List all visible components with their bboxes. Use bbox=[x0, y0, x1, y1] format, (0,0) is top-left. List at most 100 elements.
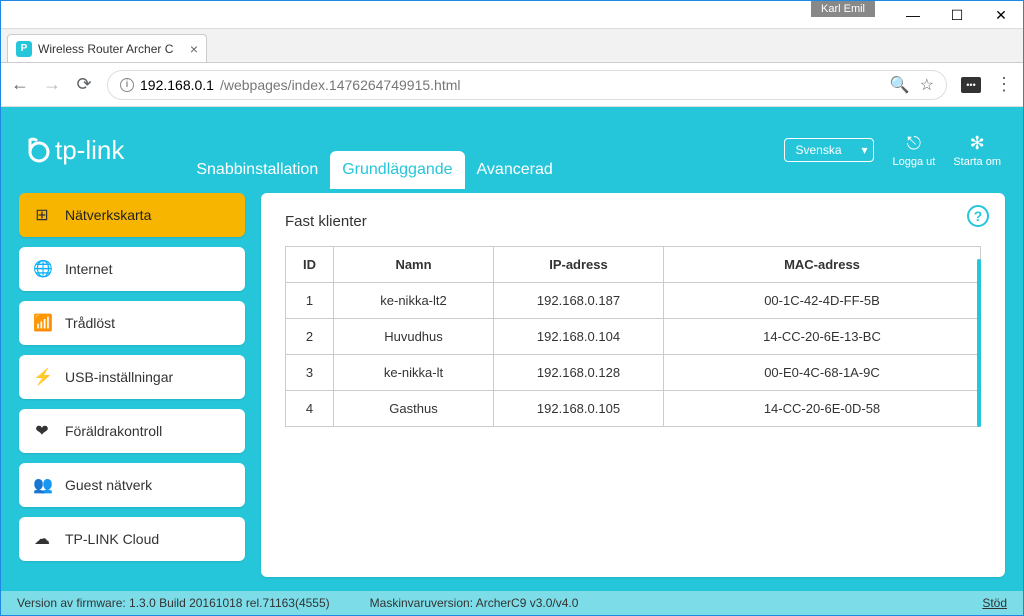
reload-button[interactable]: ⟳ bbox=[75, 74, 93, 95]
cell-ip: 192.168.0.128 bbox=[494, 355, 664, 391]
site-info-icon[interactable]: i bbox=[120, 78, 134, 92]
sidebar-item-network-map[interactable]: ⊞ Nätverkskarta bbox=[19, 193, 245, 237]
zoom-icon[interactable]: 🔍 bbox=[890, 75, 910, 95]
sidebar-item-guest-network[interactable]: 👥 Guest nätverk bbox=[19, 463, 245, 507]
top-nav: Snabbinstallation Grundläggande Avancera… bbox=[184, 147, 564, 193]
firmware-info: Version av firmware: 1.3.0 Build 2016101… bbox=[17, 596, 330, 610]
nav-quick-setup[interactable]: Snabbinstallation bbox=[184, 151, 330, 189]
sidebar-item-label: Internet bbox=[65, 261, 112, 277]
col-name: Namn bbox=[334, 247, 494, 283]
col-ip: IP-adress bbox=[494, 247, 664, 283]
sidebar-item-label: TP-LINK Cloud bbox=[65, 531, 159, 547]
table-row: 1 ke-nikka-lt2 192.168.0.187 00-1C-42-4D… bbox=[286, 283, 981, 319]
cell-id: 1 bbox=[286, 283, 334, 319]
content-title: Fast klienter bbox=[285, 213, 981, 230]
table-row: 4 Gasthus 192.168.0.105 14-CC-20-6E-0D-5… bbox=[286, 391, 981, 427]
sidebar-item-label: USB-inställningar bbox=[65, 369, 173, 385]
nav-basic[interactable]: Grundläggande bbox=[330, 151, 464, 189]
clients-table: ID Namn IP-adress MAC-adress 1 ke-nikka-… bbox=[285, 246, 981, 427]
sidebar-item-label: Nätverkskarta bbox=[65, 207, 151, 223]
network-map-icon: ⊞ bbox=[33, 205, 51, 225]
sidebar-item-label: Guest nätverk bbox=[65, 477, 152, 493]
heart-icon: ❤ bbox=[33, 421, 51, 441]
brand-logo: tp-link bbox=[23, 135, 124, 166]
forward-button[interactable]: → bbox=[43, 74, 61, 95]
cell-name: ke-nikka-lt bbox=[334, 355, 494, 391]
cell-mac: 00-1C-42-4D-FF-5B bbox=[664, 283, 981, 319]
help-icon[interactable]: ? bbox=[967, 205, 989, 227]
language-select[interactable]: Svenska bbox=[784, 138, 874, 162]
content-panel: ? Fast klienter ID Namn IP-adress MAC-ad… bbox=[261, 193, 1005, 577]
header-right: Svenska ⎋ Logga ut ✻ Starta om bbox=[784, 133, 1001, 168]
browser-tab[interactable]: P Wireless Router Archer C × bbox=[7, 34, 207, 62]
cell-mac: 14-CC-20-6E-13-BC bbox=[664, 319, 981, 355]
back-button[interactable]: ← bbox=[11, 74, 29, 95]
cell-mac: 14-CC-20-6E-0D-58 bbox=[664, 391, 981, 427]
hardware-info: Maskinvaruversion: ArcherC9 v3.0/v4.0 bbox=[370, 596, 579, 610]
browser-tabstrip: P Wireless Router Archer C × bbox=[1, 29, 1023, 63]
col-mac: MAC-adress bbox=[664, 247, 981, 283]
cell-id: 3 bbox=[286, 355, 334, 391]
user-badge: Karl Emil bbox=[811, 1, 875, 17]
nav-advanced[interactable]: Avancerad bbox=[465, 151, 565, 189]
firmware-label: Version av firmware: bbox=[17, 596, 126, 610]
tab-close-icon[interactable]: × bbox=[190, 41, 198, 57]
cell-name: Huvudhus bbox=[334, 319, 494, 355]
table-header-row: ID Namn IP-adress MAC-adress bbox=[286, 247, 981, 283]
browser-toolbar: ← → ⟳ i 192.168.0.1/webpages/index.14762… bbox=[1, 63, 1023, 107]
people-icon: 👥 bbox=[33, 475, 51, 495]
table-row: 2 Huvudhus 192.168.0.104 14-CC-20-6E-13-… bbox=[286, 319, 981, 355]
cell-ip: 192.168.0.187 bbox=[494, 283, 664, 319]
browser-menu-icon[interactable]: ⋮ bbox=[995, 74, 1013, 95]
sidebar-item-usb-settings[interactable]: ⚡ USB-inställningar bbox=[19, 355, 245, 399]
cell-name: ke-nikka-lt2 bbox=[334, 283, 494, 319]
hardware-label: Maskinvaruversion: bbox=[370, 596, 473, 610]
sidebar-item-label: Trådlöst bbox=[65, 315, 115, 331]
page-footer: Version av firmware: 1.3.0 Build 2016101… bbox=[1, 591, 1023, 615]
restart-icon: ✻ bbox=[970, 133, 985, 154]
favicon-icon: P bbox=[16, 41, 32, 57]
cell-id: 2 bbox=[286, 319, 334, 355]
cell-ip: 192.168.0.105 bbox=[494, 391, 664, 427]
url-path: /webpages/index.1476264749915.html bbox=[220, 77, 461, 93]
cell-ip: 192.168.0.104 bbox=[494, 319, 664, 355]
col-id: ID bbox=[286, 247, 334, 283]
window: Karl Emil — ☐ ✕ P Wireless Router Archer… bbox=[0, 0, 1024, 616]
usb-icon: ⚡ bbox=[33, 367, 51, 387]
table-scroll-indicator[interactable] bbox=[977, 259, 981, 427]
firmware-value: 1.3.0 Build 20161018 rel.71163(4555) bbox=[129, 596, 330, 610]
extension-icon[interactable]: ••• bbox=[961, 77, 981, 93]
window-close-button[interactable]: ✕ bbox=[979, 1, 1023, 29]
cell-mac: 00-E0-4C-68-1A-9C bbox=[664, 355, 981, 391]
cloud-icon: ☁ bbox=[33, 529, 51, 549]
sidebar-item-wireless[interactable]: 📶 Trådlöst bbox=[19, 301, 245, 345]
window-buttons: — ☐ ✕ bbox=[891, 1, 1023, 29]
restart-button[interactable]: ✻ Starta om bbox=[953, 133, 1001, 168]
support-link[interactable]: Stöd bbox=[982, 596, 1007, 610]
globe-icon: 🌐 bbox=[33, 259, 51, 279]
window-maximize-button[interactable]: ☐ bbox=[935, 1, 979, 29]
brand-name: tp-link bbox=[55, 135, 124, 166]
url-host: 192.168.0.1 bbox=[140, 77, 214, 93]
table-row: 3 ke-nikka-lt 192.168.0.128 00-E0-4C-68-… bbox=[286, 355, 981, 391]
language-value: Svenska bbox=[795, 143, 841, 157]
page-header: tp-link Snabbinstallation Grundläggande … bbox=[1, 107, 1023, 193]
logout-label: Logga ut bbox=[892, 156, 935, 168]
bookmark-icon[interactable]: ☆ bbox=[920, 75, 934, 95]
sidebar: ⊞ Nätverkskarta 🌐 Internet 📶 Trådlöst ⚡ … bbox=[19, 193, 245, 577]
tab-title: Wireless Router Archer C bbox=[38, 42, 173, 56]
sidebar-item-tplink-cloud[interactable]: ☁ TP-LINK Cloud bbox=[19, 517, 245, 561]
window-titlebar: Karl Emil — ☐ ✕ bbox=[1, 1, 1023, 29]
sidebar-item-internet[interactable]: 🌐 Internet bbox=[19, 247, 245, 291]
logout-button[interactable]: ⎋ Logga ut bbox=[892, 133, 935, 168]
hardware-value: ArcherC9 v3.0/v4.0 bbox=[476, 596, 579, 610]
window-minimize-button[interactable]: — bbox=[891, 1, 935, 29]
router-page: tp-link Snabbinstallation Grundläggande … bbox=[1, 107, 1023, 615]
logout-icon: ⎋ bbox=[907, 133, 921, 154]
page-body: ⊞ Nätverkskarta 🌐 Internet 📶 Trådlöst ⚡ … bbox=[1, 193, 1023, 591]
sidebar-item-parental-controls[interactable]: ❤ Föräldrakontroll bbox=[19, 409, 245, 453]
wifi-icon: 📶 bbox=[33, 313, 51, 333]
address-bar[interactable]: i 192.168.0.1/webpages/index.14762647499… bbox=[107, 70, 947, 100]
restart-label: Starta om bbox=[953, 156, 1001, 168]
sidebar-item-label: Föräldrakontroll bbox=[65, 423, 162, 439]
